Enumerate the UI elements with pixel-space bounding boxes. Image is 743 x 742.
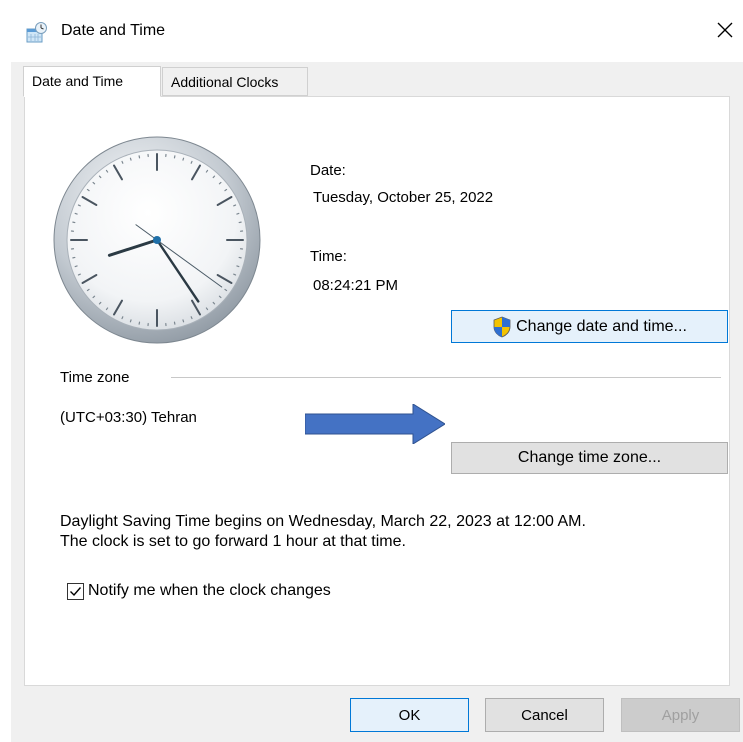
- clock-minute-tick: [233, 273, 237, 276]
- clock-minute-tick: [74, 212, 78, 215]
- change-date-and-time-label: Change date and time...: [516, 317, 687, 335]
- dst-info-line-2: The clock is set to go forward 1 hour at…: [60, 533, 406, 550]
- clock-minute-tick: [77, 273, 81, 276]
- clock-minute-tick: [190, 160, 193, 164]
- date-value: Tuesday, October 25, 2022: [313, 189, 494, 206]
- clock-minute-tick: [74, 265, 78, 268]
- clock-minute-tick: [129, 157, 132, 161]
- tab-date-and-time[interactable]: Date and Time: [23, 66, 161, 97]
- screen: Date and Time Date and Time Additional C…: [0, 0, 743, 742]
- clock-minute-tick: [182, 157, 185, 161]
- time-value: 08:24:21 PM: [313, 277, 399, 294]
- time-label: Time:: [310, 248, 347, 265]
- notify-clock-change-checkbox[interactable]: [67, 583, 84, 600]
- clock-minute-tick: [129, 319, 132, 323]
- uac-shield-icon: [492, 316, 512, 338]
- checkmark-icon: [68, 584, 83, 599]
- notify-clock-change-label[interactable]: Notify me when the clock changes: [88, 581, 331, 601]
- time-zone-value: (UTC+03:30) Tehran: [60, 409, 197, 426]
- date-time-dialog: Date and Time Date and Time Additional C…: [11, 0, 743, 742]
- close-button[interactable]: [707, 14, 743, 50]
- clock-minute-tick: [182, 319, 185, 323]
- time-zone-group-label: Time zone: [60, 369, 130, 386]
- clock-minute-tick: [236, 265, 240, 268]
- clock-minute-tick: [190, 316, 193, 320]
- clock-center-pin: [153, 236, 161, 244]
- cancel-button[interactable]: Cancel: [485, 698, 604, 732]
- tab-panel-date-and-time: Date: Tuesday, October 25, 2022 Time: 08…: [24, 96, 730, 686]
- clock-minute-tick: [233, 204, 237, 207]
- clock-minute-tick: [77, 204, 81, 207]
- clock-minute-tick: [121, 160, 124, 164]
- change-time-zone-button[interactable]: Change time zone...: [451, 442, 728, 474]
- time-zone-group-divider: [171, 377, 721, 378]
- close-icon: [717, 22, 733, 43]
- blue-arrow-right-icon: [305, 404, 445, 444]
- clock-minute-tick: [236, 212, 240, 215]
- change-date-and-time-button[interactable]: Change date and time...: [451, 310, 728, 343]
- ok-button[interactable]: OK: [350, 698, 469, 732]
- tab-additional-clocks[interactable]: Additional Clocks: [162, 67, 308, 96]
- window-title: Date and Time: [61, 22, 166, 39]
- date-label: Date:: [310, 162, 346, 179]
- clock-minute-tick: [121, 316, 124, 320]
- analog-clock: [53, 136, 261, 344]
- date-time-app-icon: [24, 21, 48, 45]
- title-bar: Date and Time: [11, 0, 743, 62]
- dst-info-line-1: Daylight Saving Time begins on Wednesday…: [60, 513, 586, 530]
- apply-button[interactable]: Apply: [621, 698, 740, 732]
